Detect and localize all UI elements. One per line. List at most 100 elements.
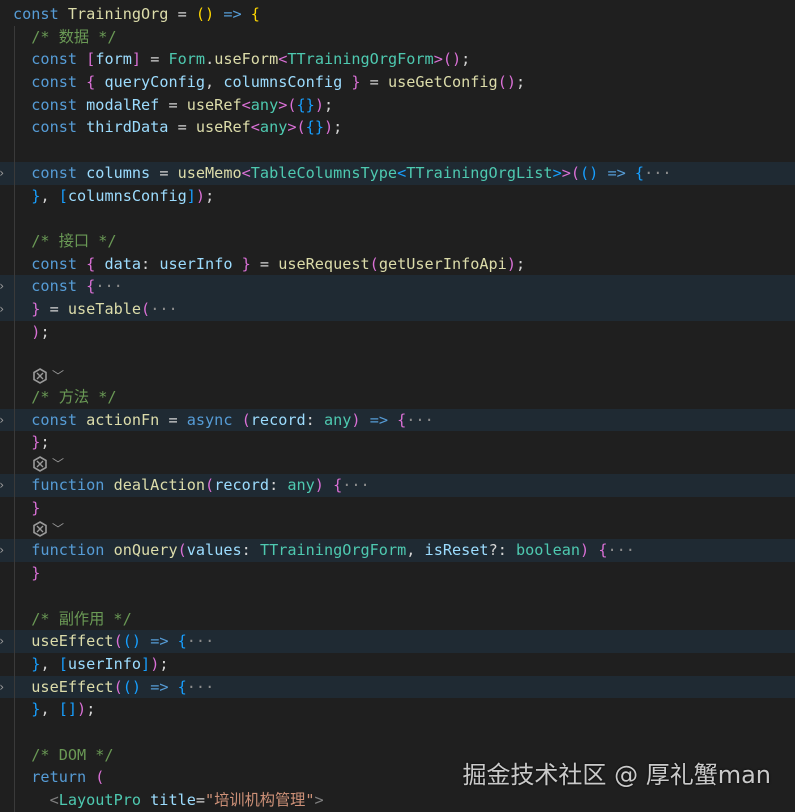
code-token: boolean [516,541,581,560]
ai-assistant-icon[interactable] [32,456,48,472]
folded-code-line[interactable]: › function dealAction(record: any) {··· [0,474,795,497]
code-line[interactable]: /* 接口 */ [0,229,795,253]
code-line[interactable]: } [0,562,795,585]
code-token: const [13,277,87,296]
code-token: < [241,163,251,182]
folded-code-line[interactable]: › useEffect(() => {··· [0,630,795,653]
folded-code-line[interactable]: › } = useTable(··· [0,297,795,321]
code-line[interactable]: } [0,496,795,520]
fold-expand-icon[interactable]: › [0,298,5,321]
code-token: } [13,498,41,517]
chevron-down-icon[interactable]: ﹀ [52,454,64,474]
code-text: function dealAction(record: any) {··· [13,474,369,497]
code-line[interactable]: <LayoutPro title="培训机构管理"> [0,789,795,812]
code-line[interactable]: }, [userInfo]); [0,652,795,676]
folded-ellipsis[interactable]: ··· [342,476,369,494]
code-lens-row[interactable]: ﹀ [0,454,795,475]
code-line[interactable]: /* 数据 */ [0,25,795,49]
code-line[interactable]: const TrainingOrg = () => { [0,3,795,26]
code-line[interactable]: const [form] = Form.useForm<TTrainingOrg… [0,48,795,72]
code-token: /* 接口 */ [13,231,117,250]
folded-code-line[interactable]: › useEffect(() => {··· [0,675,795,699]
code-token: < [250,118,260,137]
code-token: => [214,5,251,23]
code-token: TrainingOrg [67,5,169,23]
code-token: {} [305,118,324,137]
folded-code-line[interactable]: › function onQuery(values: TTrainingOrgF… [0,539,795,563]
code-text: ); [13,321,49,344]
code-token: useForm [214,50,279,69]
code-line[interactable]: const modalRef = useRef<any>({}); [0,93,795,117]
code-line[interactable]: const thirdData = useRef<any>({}); [0,116,795,140]
code-token: ( [287,95,297,114]
code-token: data [104,254,142,273]
code-token: ( [241,410,251,429]
code-line[interactable] [0,343,795,366]
indent-guide [14,519,15,540]
code-lens-row[interactable]: ﹀ [0,519,795,540]
code-token: TTrainingOrgList [406,163,553,182]
code-line[interactable]: }; [0,431,795,455]
folded-ellipsis[interactable]: ··· [95,277,122,295]
code-line[interactable] [0,139,795,162]
code-line[interactable] [0,584,795,608]
ai-assistant-icon[interactable] [32,368,48,384]
fold-expand-icon[interactable]: › [0,409,5,432]
folded-ellipsis[interactable]: ··· [187,678,214,696]
code-line[interactable] [0,720,795,744]
fold-expand-icon[interactable]: › [0,474,5,497]
ai-assistant-icon[interactable] [32,521,48,538]
code-token: > [287,118,297,137]
code-token: any [287,476,315,495]
code-text: }, [columnsConfig]); [13,185,214,208]
code-token: ; [159,654,169,673]
code-token: getUserInfoApi [378,254,507,273]
code-token: useEffect [13,632,114,651]
code-token: {} [296,95,315,114]
fold-expand-icon[interactable]: › [0,162,5,185]
code-token: ) [314,476,324,495]
code-editor[interactable]: const TrainingOrg = () => { /* 数据 */ con… [0,3,795,812]
code-lens-row[interactable]: ﹀ [0,366,795,386]
code-line[interactable]: }, []); [0,698,795,721]
folded-ellipsis[interactable]: ··· [607,541,634,559]
code-token: /* 方法 */ [13,388,117,406]
code-line[interactable]: }, [columnsConfig]); [0,184,795,208]
code-token: ; [86,700,96,719]
code-token: > [278,95,288,114]
folded-ellipsis[interactable]: ··· [644,164,671,182]
code-token: ; [323,95,334,114]
code-text: <LayoutPro title="培训机构管理"> [13,789,324,812]
code-token: > [552,163,562,182]
code-token: () [497,73,516,92]
fold-expand-icon[interactable]: › [0,630,5,653]
code-token: useRef [186,95,242,114]
chevron-down-icon[interactable]: ﹀ [52,519,64,539]
folded-ellipsis[interactable]: ··· [406,411,433,429]
code-token: } [13,654,41,673]
folded-ellipsis[interactable]: ··· [150,300,177,318]
fold-expand-icon[interactable]: › [0,676,5,699]
code-line[interactable]: const { queryConfig, columnsConfig } = u… [0,71,795,94]
code-text: /* 数据 */ [13,26,116,49]
code-token: ( [141,299,151,318]
code-token: "培训机构管理" [205,791,315,809]
code-line[interactable]: const { data: userInfo } = useRequest(ge… [0,252,795,276]
code-token: useEffect [13,677,114,696]
code-line[interactable]: /* 方法 */ [0,386,795,409]
code-token: ) [150,654,160,673]
code-token: { [634,163,645,182]
code-line[interactable] [0,207,795,230]
code-line[interactable]: /* 副作用 */ [0,607,795,631]
folded-ellipsis[interactable]: ··· [187,632,214,650]
code-token: useRequest [278,254,370,273]
fold-expand-icon[interactable]: › [0,539,5,562]
fold-expand-icon[interactable]: › [0,275,5,298]
code-token: ) [351,410,361,429]
code-line[interactable]: ); [0,320,795,344]
chevron-down-icon[interactable]: ﹀ [52,366,64,386]
folded-code-line[interactable]: › const {··· [0,275,795,298]
folded-code-line[interactable]: › const columns = useMemo<TableColumnsTy… [0,161,795,185]
code-token: useTable [67,299,142,318]
folded-code-line[interactable]: › const actionFn = async (record: any) =… [0,408,795,432]
